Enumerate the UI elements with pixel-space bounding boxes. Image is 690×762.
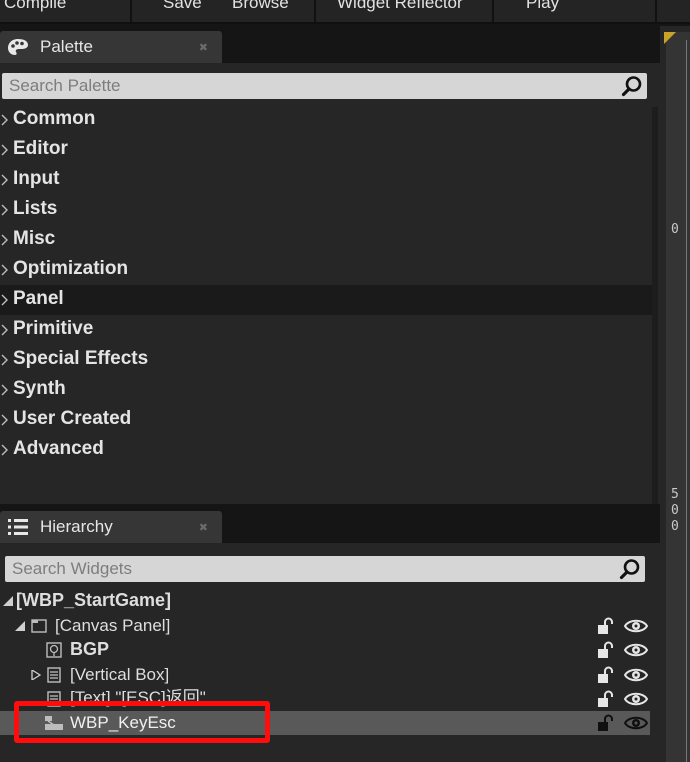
ruler-tick-label: 0 bbox=[671, 503, 679, 518]
chevron-right-icon bbox=[1, 444, 8, 456]
expand-triangle-icon[interactable] bbox=[3, 596, 13, 606]
chevron-right-icon bbox=[1, 234, 8, 246]
close-icon[interactable]: ✖ bbox=[199, 521, 208, 534]
tab-hierarchy[interactable]: Hierarchy ✖ bbox=[0, 511, 222, 543]
save-button[interactable]: Save bbox=[163, 0, 202, 13]
hierarchy-tab-label: Hierarchy bbox=[40, 517, 113, 536]
palette-category-optimization[interactable]: Optimization bbox=[0, 255, 652, 285]
vertical-box-icon bbox=[47, 667, 61, 683]
chevron-right-icon bbox=[1, 264, 8, 276]
toolbar-separator bbox=[130, 0, 132, 22]
palette-search-input[interactable] bbox=[2, 73, 617, 99]
tree-label-vertical-box: [Vertical Box] bbox=[70, 665, 170, 684]
eye-icon[interactable] bbox=[624, 617, 648, 635]
toolbar-separator bbox=[314, 0, 316, 22]
palette-category-label: Special Effects bbox=[13, 348, 149, 369]
chevron-right-icon bbox=[1, 114, 8, 126]
tree-label-bgp: BGP bbox=[70, 639, 110, 659]
palette-search bbox=[2, 73, 647, 99]
chevron-right-icon bbox=[1, 414, 8, 426]
expand-triangle-icon[interactable] bbox=[15, 621, 25, 631]
search-icon[interactable] bbox=[619, 558, 641, 580]
palette-category-label: User Created bbox=[13, 408, 132, 429]
palette-panel: Common Editor Input Lists Misc Optimization Pa… bbox=[0, 63, 660, 504]
palette-category-panel[interactable]: Panel bbox=[0, 285, 652, 315]
highlight-box bbox=[14, 701, 270, 743]
palette-category-editor[interactable]: Editor bbox=[0, 135, 652, 165]
palette-category-label: Misc bbox=[13, 228, 56, 249]
lock-icon[interactable] bbox=[596, 714, 614, 732]
palette-category-common[interactable]: Common bbox=[0, 105, 652, 135]
lock-icon[interactable] bbox=[596, 641, 614, 659]
search-icon[interactable] bbox=[621, 75, 643, 97]
ruler-line bbox=[686, 40, 687, 762]
lock-icon[interactable] bbox=[596, 617, 614, 635]
chevron-right-icon bbox=[1, 294, 8, 306]
eye-icon[interactable] bbox=[624, 690, 648, 708]
play-button[interactable]: Play bbox=[526, 0, 559, 13]
compile-button[interactable]: Compile bbox=[4, 0, 66, 13]
ruler-tick-label: 5 bbox=[671, 487, 679, 502]
image-widget-icon bbox=[46, 642, 62, 658]
palette-category-label: Optimization bbox=[13, 258, 129, 279]
palette-category-label: Input bbox=[13, 168, 60, 189]
lock-icon[interactable] bbox=[596, 690, 614, 708]
chevron-right-icon bbox=[1, 354, 8, 366]
palette-category-user-created[interactable]: User Created bbox=[0, 405, 652, 435]
lock-icon[interactable] bbox=[596, 666, 614, 684]
chevron-right-icon bbox=[1, 324, 8, 336]
eye-icon[interactable] bbox=[624, 714, 648, 732]
editor-toolbar: Compile Save Browse Widget Reflector Pla… bbox=[0, 0, 690, 24]
close-icon[interactable]: ✖ bbox=[199, 41, 208, 54]
browse-button[interactable]: Browse bbox=[232, 0, 289, 13]
palette-category-label: Primitive bbox=[13, 318, 94, 339]
palette-category-label: Panel bbox=[13, 288, 64, 309]
palette-category-label: Synth bbox=[13, 378, 66, 399]
chevron-right-icon bbox=[1, 144, 8, 156]
tab-palette[interactable]: Palette ✖ bbox=[0, 31, 222, 63]
tree-row-bgp[interactable]: BGP bbox=[0, 638, 650, 662]
ruler-tick-label: 0 bbox=[671, 519, 679, 534]
eye-icon[interactable] bbox=[624, 641, 648, 659]
palette-category-label: Lists bbox=[13, 198, 58, 219]
eye-icon[interactable] bbox=[624, 666, 648, 684]
tree-row-root[interactable]: [WBP_StartGame] bbox=[0, 589, 650, 613]
palette-tab-label: Palette bbox=[40, 37, 93, 56]
collapsed-triangle-icon[interactable] bbox=[31, 670, 41, 680]
tree-label-canvas-panel: [Canvas Panel] bbox=[55, 616, 171, 635]
hierarchy-search-input[interactable] bbox=[5, 556, 615, 582]
chevron-right-icon bbox=[1, 174, 8, 186]
palette-category-label: Advanced bbox=[13, 438, 104, 459]
ruler-tick-label: 0 bbox=[671, 222, 679, 237]
palette-category-special-effects[interactable]: Special Effects bbox=[0, 345, 652, 375]
canvas-panel-icon bbox=[31, 619, 47, 633]
palette-category-label: Editor bbox=[13, 138, 68, 159]
palette-scrollbar[interactable] bbox=[652, 107, 658, 504]
widget-reflector-button[interactable]: Widget Reflector bbox=[337, 0, 463, 13]
hierarchy-icon bbox=[8, 519, 28, 535]
palette-icon bbox=[8, 39, 28, 55]
hierarchy-search bbox=[5, 556, 645, 582]
palette-category-advanced[interactable]: Advanced bbox=[0, 435, 652, 465]
tree-row-canvas-panel[interactable]: [Canvas Panel] bbox=[0, 614, 650, 638]
palette-category-input[interactable]: Input bbox=[0, 165, 652, 195]
chevron-right-icon bbox=[1, 204, 8, 216]
toolbar-separator bbox=[492, 0, 494, 22]
palette-category-label: Common bbox=[13, 108, 96, 129]
palette-category-primitive[interactable]: Primitive bbox=[0, 315, 652, 345]
palette-category-synth[interactable]: Synth bbox=[0, 375, 652, 405]
ruler-corner-marker bbox=[664, 32, 676, 44]
chevron-right-icon bbox=[1, 384, 8, 396]
palette-category-lists[interactable]: Lists bbox=[0, 195, 652, 225]
toolbar-separator bbox=[655, 0, 657, 22]
tree-label-root: [WBP_StartGame] bbox=[16, 590, 172, 610]
palette-category-misc[interactable]: Misc bbox=[0, 225, 652, 255]
